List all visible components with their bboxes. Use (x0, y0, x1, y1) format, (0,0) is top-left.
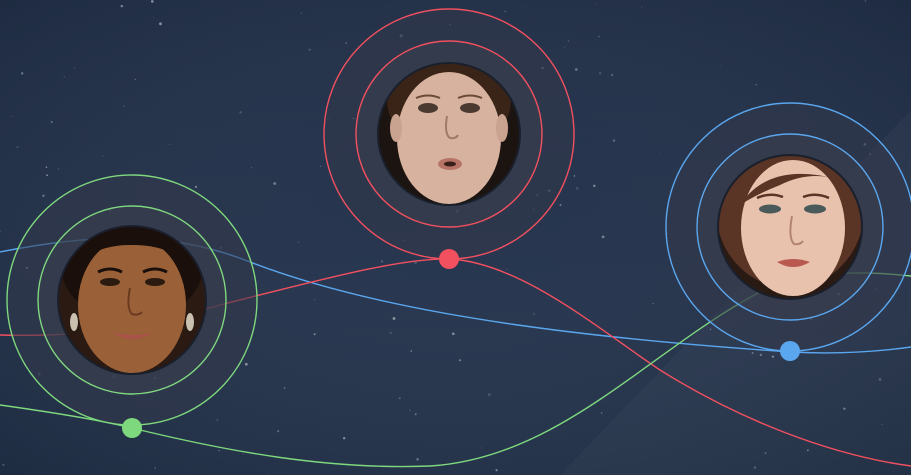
star (11, 115, 13, 118)
star (313, 333, 316, 336)
star (313, 299, 315, 300)
star (242, 453, 244, 455)
star (150, 0, 154, 3)
anchor-dot-left[interactable] (122, 418, 142, 438)
star (102, 155, 104, 157)
star (599, 72, 602, 75)
star (63, 76, 65, 78)
star (593, 184, 596, 188)
star (564, 46, 565, 48)
star (403, 260, 405, 262)
star (771, 355, 774, 358)
star (134, 78, 136, 81)
star (239, 111, 242, 114)
star (487, 393, 491, 396)
star (392, 317, 396, 320)
star (50, 121, 53, 123)
star (719, 64, 721, 66)
star (342, 436, 346, 440)
star (567, 40, 570, 42)
star (159, 22, 162, 26)
star (559, 204, 562, 206)
anchor-dot-center[interactable] (439, 249, 459, 269)
star (659, 151, 661, 153)
star (250, 166, 253, 169)
star (641, 6, 643, 8)
star (389, 331, 392, 335)
star (459, 359, 462, 362)
star (573, 175, 576, 177)
star (194, 185, 198, 189)
connection-graph-scene (0, 0, 911, 475)
anchor-dot-right[interactable] (780, 341, 800, 361)
star (600, 412, 603, 414)
star (506, 268, 508, 270)
star (452, 332, 455, 336)
star (73, 67, 75, 69)
star (153, 17, 155, 19)
star (755, 83, 758, 86)
star (21, 72, 24, 75)
star (410, 350, 412, 352)
star (283, 387, 286, 389)
star (345, 42, 348, 44)
star (319, 165, 321, 167)
star (595, 3, 597, 5)
star (123, 105, 125, 108)
star (398, 397, 401, 400)
star (601, 235, 605, 239)
star (308, 48, 311, 51)
star (416, 458, 419, 461)
star (57, 168, 60, 170)
star (273, 182, 277, 185)
star (881, 423, 883, 426)
star (154, 467, 157, 470)
star (120, 4, 124, 8)
star (2, 463, 5, 466)
star (16, 146, 19, 149)
star (300, 12, 302, 14)
star (414, 413, 417, 416)
star (409, 409, 411, 412)
star (753, 466, 757, 469)
star (45, 166, 48, 168)
star (878, 377, 882, 381)
star (751, 352, 754, 354)
star (504, 10, 506, 13)
star (652, 302, 654, 305)
star (277, 430, 280, 433)
star (764, 452, 767, 454)
star (574, 68, 578, 71)
star (597, 35, 600, 38)
star (575, 186, 579, 190)
star (480, 447, 482, 449)
star (611, 73, 614, 77)
star (612, 139, 616, 142)
star (46, 174, 49, 177)
star (380, 260, 384, 263)
star (843, 407, 846, 410)
star (807, 449, 809, 452)
star (244, 362, 248, 366)
star (42, 194, 45, 197)
star (216, 419, 219, 421)
star (69, 418, 71, 419)
star (218, 449, 220, 452)
star (759, 353, 763, 357)
graph-canvas (0, 0, 911, 475)
star (495, 469, 498, 472)
star (169, 143, 171, 145)
star (709, 328, 712, 330)
star (864, 0, 867, 2)
star (533, 312, 536, 315)
star (298, 241, 300, 243)
